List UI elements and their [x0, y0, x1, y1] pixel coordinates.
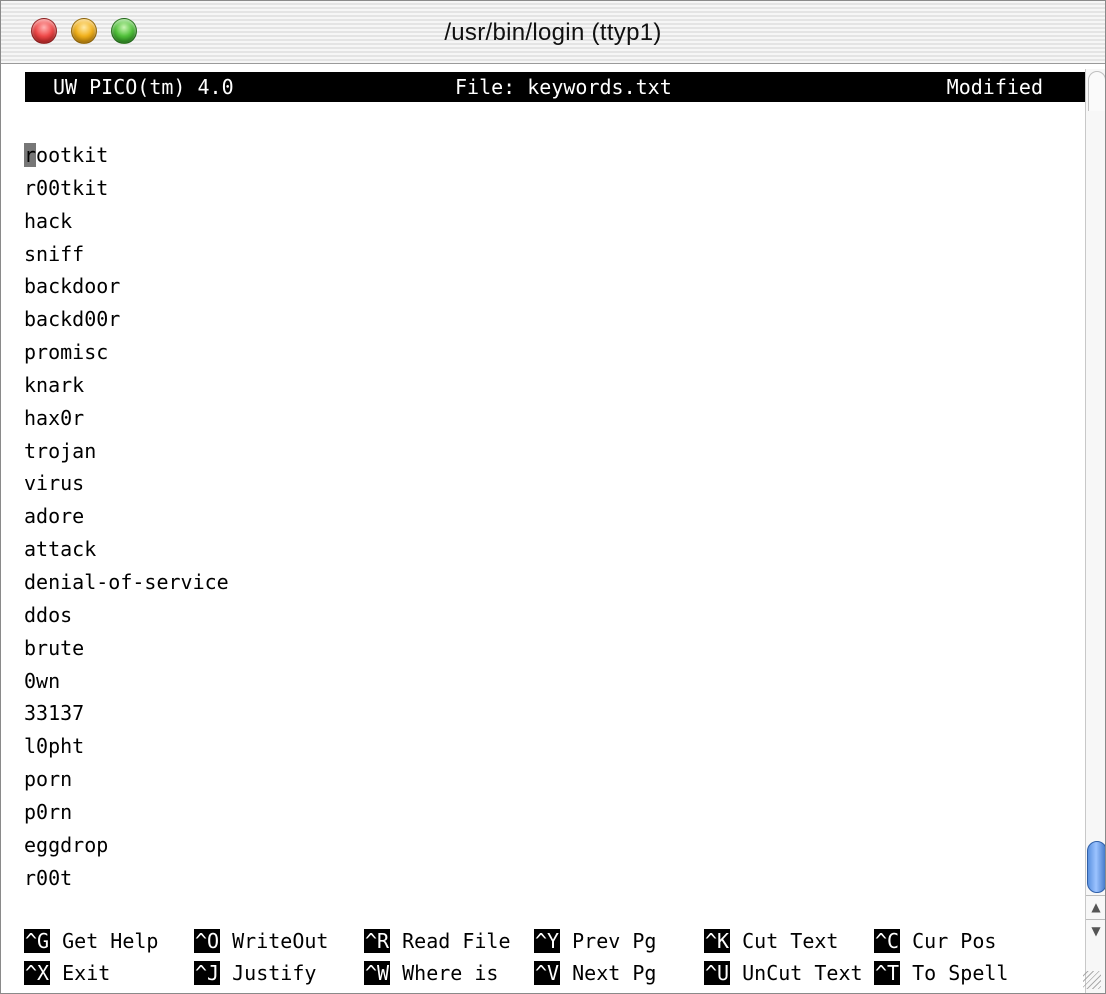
- shortcut-key: ^U: [704, 961, 731, 985]
- text-line: hack: [24, 208, 73, 233]
- shortcut-row-2: ^X Exit ^J Justify ^W Where is ^V Next Pg ^U…: [24, 957, 1084, 989]
- text-line: sniff: [24, 241, 85, 266]
- shortcut-label: Cur Pos: [912, 929, 997, 953]
- shortcut-key: ^Y: [534, 929, 561, 953]
- shortcut-key: ^X: [24, 961, 51, 985]
- terminal-area[interactable]: UW PICO(tm) 4.0 File: keywords.txt Modif…: [13, 69, 1085, 993]
- window-title: /usr/bin/login (ttyp1): [444, 19, 662, 46]
- text-line: r00t: [24, 865, 73, 890]
- shortcut-item: ^U UnCut Text: [704, 957, 863, 989]
- shortcut-item: ^T To Spell: [874, 957, 1008, 989]
- shortcut-label: Next Pg: [572, 961, 657, 985]
- shortcut-row-1: ^G Get Help ^O WriteOut ^R Read File ^Y Pre…: [24, 925, 1084, 957]
- shortcut-item: ^G Get Help: [24, 925, 158, 957]
- text-line: attack: [24, 537, 97, 562]
- shortcut-key: ^J: [194, 961, 221, 985]
- shortcut-key: ^G: [24, 929, 51, 953]
- vertical-scrollbar[interactable]: ▲ ▼: [1085, 69, 1105, 993]
- shortcut-item: ^J Justify: [194, 957, 316, 989]
- shortcut-label: Cut Text: [742, 929, 839, 953]
- modified-indicator: Modified: [946, 75, 1043, 99]
- shortcut-item: ^V Next Pg: [534, 957, 656, 989]
- text-line: 33137: [24, 701, 85, 726]
- editor-version: UW PICO(tm) 4.0: [53, 75, 234, 99]
- scrollbar-thumb[interactable]: [1087, 841, 1105, 893]
- text-line: backdoor: [24, 274, 121, 299]
- scrollbar-track-top: [1088, 71, 1105, 111]
- shortcut-bar: ^G Get Help ^O WriteOut ^R Read File ^Y Pre…: [24, 925, 1084, 989]
- text-line: ddos: [24, 602, 73, 627]
- shortcut-item: ^X Exit: [24, 957, 110, 989]
- shortcut-label: Prev Pg: [572, 929, 657, 953]
- terminal-window: /usr/bin/login (ttyp1) UW PICO(tm) 4.0 F…: [0, 0, 1106, 994]
- text-line: trojan: [24, 438, 97, 463]
- shortcut-key: ^V: [534, 961, 561, 985]
- resize-grip-icon[interactable]: [1083, 971, 1101, 989]
- text-line: virus: [24, 471, 85, 496]
- text-line: adore: [24, 504, 85, 529]
- shortcut-label: Where is: [402, 961, 499, 985]
- text-line: rootkit: [24, 139, 229, 172]
- text-line: l0pht: [24, 734, 85, 759]
- text-line-content: ootkit: [36, 143, 109, 167]
- text-line: denial-of-service: [24, 569, 229, 594]
- text-line: hax0r: [24, 405, 85, 430]
- text-cursor: r: [24, 143, 37, 167]
- shortcut-item: ^K Cut Text: [704, 925, 838, 957]
- pico-status-bar: UW PICO(tm) 4.0 File: keywords.txt Modif…: [25, 72, 1085, 102]
- text-line: porn: [24, 767, 73, 792]
- shortcut-key: ^T: [874, 961, 901, 985]
- text-line: knark: [24, 372, 85, 397]
- shortcut-item: ^W Where is: [364, 957, 498, 989]
- text-line: brute: [24, 635, 85, 660]
- shortcut-key: ^O: [194, 929, 221, 953]
- text-line: r00tkit: [24, 175, 109, 200]
- shortcut-item: ^R Read File: [364, 925, 511, 957]
- scroll-down-arrow-icon[interactable]: ▼: [1086, 919, 1105, 942]
- shortcut-label: Exit: [62, 961, 111, 985]
- text-line: eggdrop: [24, 832, 109, 857]
- shortcut-key: ^K: [704, 929, 731, 953]
- shortcut-label: UnCut Text: [742, 961, 863, 985]
- text-line: backd00r: [24, 307, 121, 332]
- title-bar[interactable]: /usr/bin/login (ttyp1): [1, 1, 1105, 64]
- shortcut-key: ^R: [364, 929, 391, 953]
- text-line: promisc: [24, 340, 109, 365]
- shortcut-label: Read File: [402, 929, 511, 953]
- file-name: File: keywords.txt: [455, 75, 672, 99]
- shortcut-label: Get Help: [62, 929, 159, 953]
- shortcut-label: Justify: [232, 961, 317, 985]
- editor-text-area[interactable]: rootkit r00tkit hack sniff backdoor backd00r…: [24, 139, 229, 894]
- scroll-up-arrow-icon[interactable]: ▲: [1086, 895, 1105, 918]
- shortcut-item: ^Y Prev Pg: [534, 925, 656, 957]
- shortcut-key: ^C: [874, 929, 901, 953]
- shortcut-label: To Spell: [912, 961, 1009, 985]
- shortcut-key: ^W: [364, 961, 391, 985]
- text-line: p0rn: [24, 799, 73, 824]
- shortcut-label: WriteOut: [232, 929, 329, 953]
- text-line: 0wn: [24, 668, 61, 693]
- shortcut-item: ^O WriteOut: [194, 925, 328, 957]
- shortcut-item: ^C Cur Pos: [874, 925, 996, 957]
